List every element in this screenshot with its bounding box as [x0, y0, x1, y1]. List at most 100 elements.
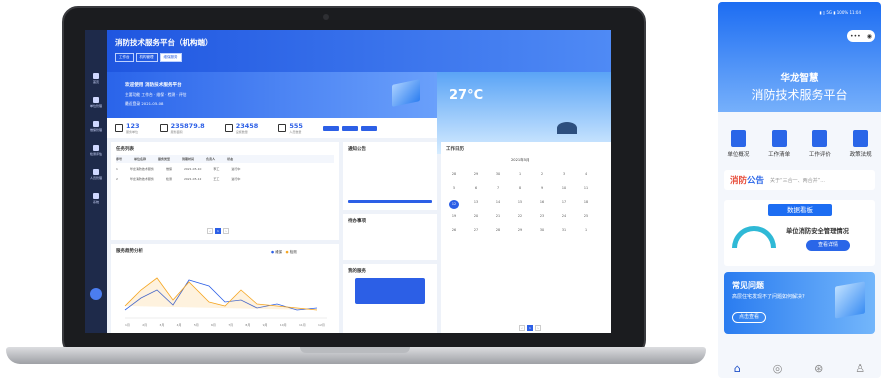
calendar-day[interactable]: 18	[581, 200, 591, 204]
icon-units[interactable]: 单位概况	[727, 130, 749, 158]
legend-label: 检测	[289, 250, 297, 254]
check-icon	[93, 144, 99, 151]
cal-current[interactable]: 1	[527, 325, 533, 331]
calendar-day[interactable]: 31	[559, 228, 569, 232]
calendar-day[interactable]: 7	[493, 186, 503, 190]
cal-prev[interactable]: ‹	[519, 325, 525, 331]
users-icon	[93, 168, 99, 175]
camera-dot	[323, 14, 329, 20]
stat-units: 123 服务单位	[115, 122, 140, 134]
sidebar-item-units[interactable]: 单位管理	[85, 90, 107, 114]
calendar-day[interactable]: 17	[559, 200, 569, 204]
quick-button-3[interactable]	[360, 125, 377, 131]
sidebar-item-maintenance[interactable]: 维保管理	[85, 114, 107, 138]
icon-worklist[interactable]: 工作清单	[768, 130, 790, 158]
calendar-day[interactable]: 14	[493, 200, 503, 204]
close-icon[interactable]: ◉	[867, 33, 872, 40]
gauge-icon	[732, 226, 776, 248]
menu-capsule[interactable]: ••• ◉	[847, 30, 875, 42]
calendar-day[interactable]: 22	[515, 214, 525, 218]
table-row[interactable]: 1 华龙消防技术服务 维保 2021-05-10 李工 进行中	[116, 165, 240, 173]
calendar-day[interactable]: 1	[581, 228, 591, 232]
welcome-banner: 欢迎使用 消防技术服务平台 主要功能 工作台 · 维保 · 检测 · 评估 最近…	[107, 72, 437, 118]
board-header: 数据看板	[768, 204, 832, 216]
calendar-day[interactable]: 25	[581, 214, 591, 218]
tab-agency[interactable]: 机构管理	[135, 53, 158, 62]
stat-devices: 23458 设施数量	[224, 122, 258, 134]
page-next[interactable]: ›	[223, 228, 229, 234]
quick-button-2[interactable]	[341, 125, 358, 131]
sidebar-item-inspection[interactable]: 检测评估	[85, 138, 107, 162]
list-icon	[771, 130, 787, 147]
cal-next[interactable]: ›	[535, 325, 541, 331]
device-icon	[224, 124, 233, 132]
home-icon[interactable]: ⌂	[734, 362, 741, 375]
notice-bar[interactable]: 消防公告 关于“三合一、两合并”...	[724, 170, 875, 190]
calendar-day[interactable]: 20	[471, 214, 481, 218]
bottom-nav: ⌂ ◎ ⊛ ♙	[718, 358, 881, 378]
faq-view-button[interactable]: 点击查看	[732, 312, 766, 323]
calendar-day[interactable]: 24	[559, 214, 569, 218]
calendar-day[interactable]: 9	[537, 186, 547, 190]
legend-label: 维保	[275, 250, 283, 254]
x-axis-labels: 1月 2月 3月 4月 5月 6月 7月 8月 9月 10月 11月 12月	[125, 323, 325, 327]
calendar-day[interactable]: 26	[449, 228, 459, 232]
shield-icon[interactable]: ◎	[773, 362, 783, 375]
calendar-day[interactable]: 3	[559, 172, 569, 176]
icon-evaluation[interactable]: 工作评价	[809, 130, 831, 158]
service-title: 我的服务	[348, 269, 366, 274]
calendar-day[interactable]: 21	[493, 214, 503, 218]
icon-policy[interactable]: 政策法规	[850, 130, 872, 158]
feature-line: 主要功能 工作台 · 维保 · 检测 · 评估	[125, 92, 187, 97]
phone-title: 消防技术服务平台	[751, 88, 848, 102]
user-icon[interactable]: ♙	[855, 362, 865, 375]
calendar-day[interactable]: 27	[471, 228, 481, 232]
calendar-day[interactable]: 30	[493, 172, 503, 176]
calendar-day[interactable]: 16	[537, 200, 547, 204]
sidebar-item-system[interactable]: 系统	[85, 186, 107, 210]
stat-area: 235879.8 服务面积	[159, 122, 205, 134]
brand-name: 华龙智慧	[780, 73, 819, 84]
calendar-day[interactable]: 6	[471, 186, 481, 190]
calendar-day[interactable]: 4	[581, 172, 591, 176]
notice-title: 通知公告	[348, 147, 366, 152]
avatar[interactable]	[90, 288, 102, 300]
calendar-day[interactable]: 30	[537, 228, 547, 232]
calendar-day[interactable]: 5	[449, 186, 459, 190]
calendar-day[interactable]: 1	[515, 172, 525, 176]
series-line-2	[124, 277, 318, 311]
calendar-day[interactable]: 11	[581, 186, 591, 190]
calendar-day[interactable]: 8	[515, 186, 525, 190]
login-line: 最近登录 2021-05-08	[125, 101, 164, 106]
tab-maintenance[interactable]: 维保服务	[159, 53, 182, 62]
building-icon	[93, 96, 99, 103]
calendar-day[interactable]: 15	[515, 200, 525, 204]
table-row[interactable]: 2 华龙消防技术服务 检测 2021-05-12 王工 进行中	[116, 175, 240, 183]
calendar-day[interactable]: 29	[471, 172, 481, 176]
calendar-day[interactable]: 28	[493, 228, 503, 232]
sidebar-item-home[interactable]: 首页	[85, 66, 107, 90]
page-prev[interactable]: ‹	[207, 228, 213, 234]
tab-workbench[interactable]: 工作台	[115, 53, 134, 62]
calendar-day[interactable]: 13	[471, 200, 481, 204]
calendar-day[interactable]: 23	[537, 214, 547, 218]
notice-label: 消防公告	[730, 176, 765, 186]
faq-title: 常见问题	[732, 281, 764, 290]
service-card[interactable]	[355, 278, 425, 304]
calendar-day[interactable]: 28	[449, 172, 459, 176]
calendar-day[interactable]: 10	[559, 186, 569, 190]
chart-icon	[159, 124, 168, 132]
calendar-day[interactable]: 2	[537, 172, 547, 176]
calendar-day[interactable]: 19	[449, 214, 459, 218]
notice-text: 关于“三合一、两合并”...	[770, 177, 825, 184]
view-details-button[interactable]: 查看详情	[806, 240, 850, 251]
sidebar-item-staff[interactable]: 人员管理	[85, 162, 107, 186]
progress-bar	[348, 200, 432, 203]
calendar-day[interactable]: 29	[515, 228, 525, 232]
todo-title: 待办事项	[348, 219, 366, 224]
more-icon[interactable]: •••	[850, 33, 861, 40]
quick-button-1[interactable]	[322, 125, 339, 131]
compass-icon[interactable]: ⊛	[814, 362, 823, 375]
calendar-day[interactable]: 12	[449, 200, 459, 209]
page-current[interactable]: 1	[215, 228, 221, 234]
